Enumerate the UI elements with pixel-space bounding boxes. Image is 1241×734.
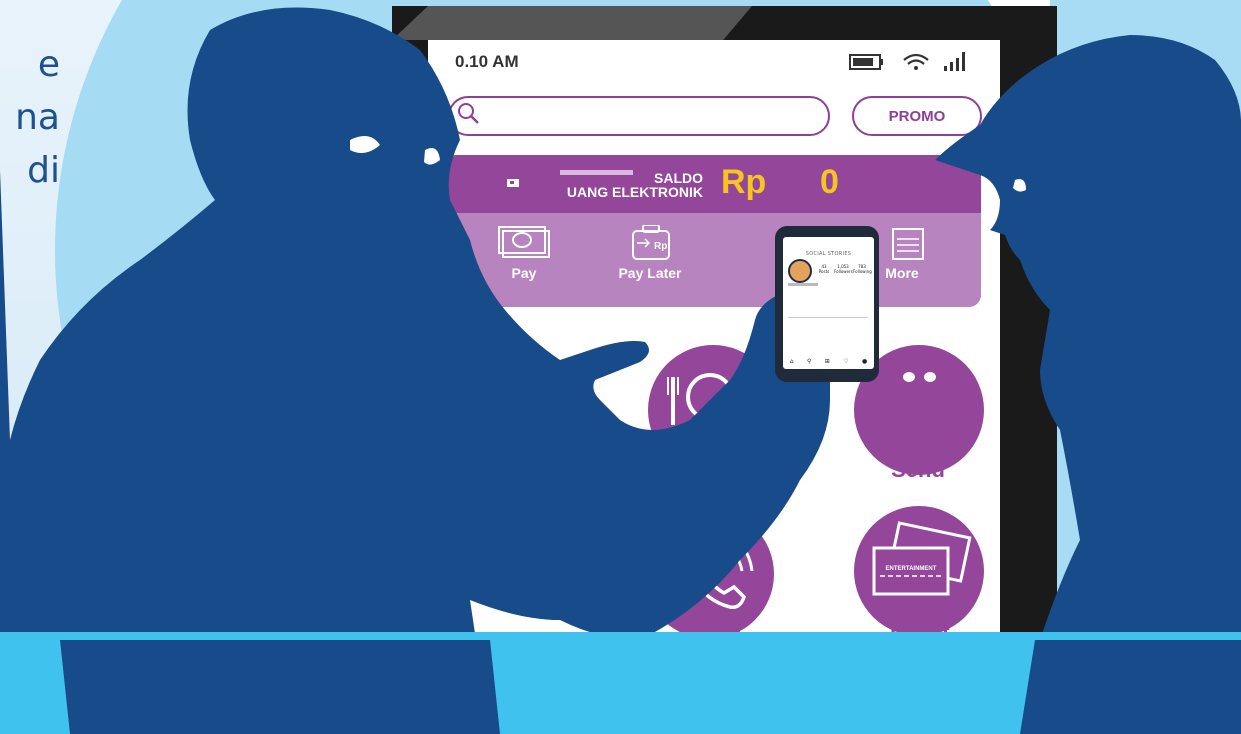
more-icon — [892, 228, 924, 260]
saldo-label: SALDO UANG ELEKTRONIK — [563, 171, 703, 199]
smartphone-navbar: ⌂ ⚲ ⊞ ♡ ● — [783, 355, 874, 367]
social-stories-title: SOCIAL STORIES — [805, 251, 852, 257]
service-label-send: Send — [891, 457, 945, 482]
service-ticket[interactable]: ENTERTAINMENT — [854, 506, 984, 636]
signal-icon — [944, 52, 965, 71]
svg-text:Rp: Rp — [654, 241, 667, 252]
search-icon — [458, 103, 479, 124]
wallet-action-pay-later[interactable]: Rp Pay Later — [595, 225, 705, 295]
profile-stat-posts: 43 Posts — [815, 264, 833, 274]
saldo-label-line2: UANG ELEKTRONIK — [566, 184, 703, 200]
stat-label: Followers — [834, 269, 853, 274]
add-icon[interactable]: ⊞ — [825, 358, 830, 365]
profile-name-placeholder — [788, 283, 818, 286]
headline-line-3: di — [27, 150, 60, 191]
currency-label: Rp — [721, 163, 767, 201]
search-input[interactable] — [448, 96, 830, 136]
service-food[interactable] — [648, 345, 778, 475]
bottom-band — [0, 632, 1241, 734]
wallet-action-label: Pay Later — [618, 265, 682, 281]
stat-label: Following — [853, 269, 872, 274]
tablet-glare — [392, 6, 752, 40]
headline-line-1: e — [37, 44, 60, 85]
wallet-icon — [478, 367, 522, 401]
wallet-action-label: More — [885, 265, 919, 281]
headline-line-2: na — [15, 97, 60, 138]
cropped-headline: e na di — [0, 38, 60, 197]
wallet-card: SALDO UANG ELEKTRONIK Rp 0 Pay Rp Pay La… — [445, 155, 981, 307]
heart-icon[interactable]: ♡ — [843, 358, 848, 365]
ticket-icon: ENTERTAINMENT — [872, 521, 972, 596]
balance-amount: 0 — [820, 163, 839, 201]
pay-later-icon: Rp — [632, 225, 670, 260]
wallet-header: SALDO UANG ELEKTRONIK Rp 0 — [445, 155, 981, 213]
illustration-scene: e na di 0.10 AM PROMO SALDO UANG ELEKTRO… — [0, 0, 1241, 734]
food-icon — [667, 373, 734, 425]
service-wallet[interactable] — [440, 345, 570, 475]
status-icons — [849, 52, 965, 71]
wallet-action-pay[interactable]: Pay — [469, 225, 579, 295]
wifi-icon — [903, 53, 929, 65]
profile-stat-following: 783 Following — [853, 264, 872, 274]
stat-label: Posts — [818, 269, 830, 274]
profile-stat-followers: 1,053 Followers — [834, 264, 853, 274]
promo-button[interactable]: PROMO — [852, 96, 982, 136]
ticket-card-text: ENTERTAINMENT — [886, 566, 937, 572]
wallet-action-label: Pay — [511, 265, 537, 281]
card-icon — [507, 179, 519, 187]
search-icon[interactable]: ⚲ — [807, 358, 811, 365]
profile-divider — [788, 317, 868, 318]
profile-icon[interactable]: ● — [862, 358, 867, 365]
right-background — [1050, 0, 1241, 640]
profile-avatar — [788, 259, 812, 283]
smartphone-screen: SOCIAL STORIES 43 Posts 1,053 Followers … — [783, 237, 874, 369]
cash-icon — [498, 226, 550, 258]
status-time: 0.10 AM — [455, 52, 519, 71]
home-icon[interactable]: ⌂ — [790, 358, 794, 365]
